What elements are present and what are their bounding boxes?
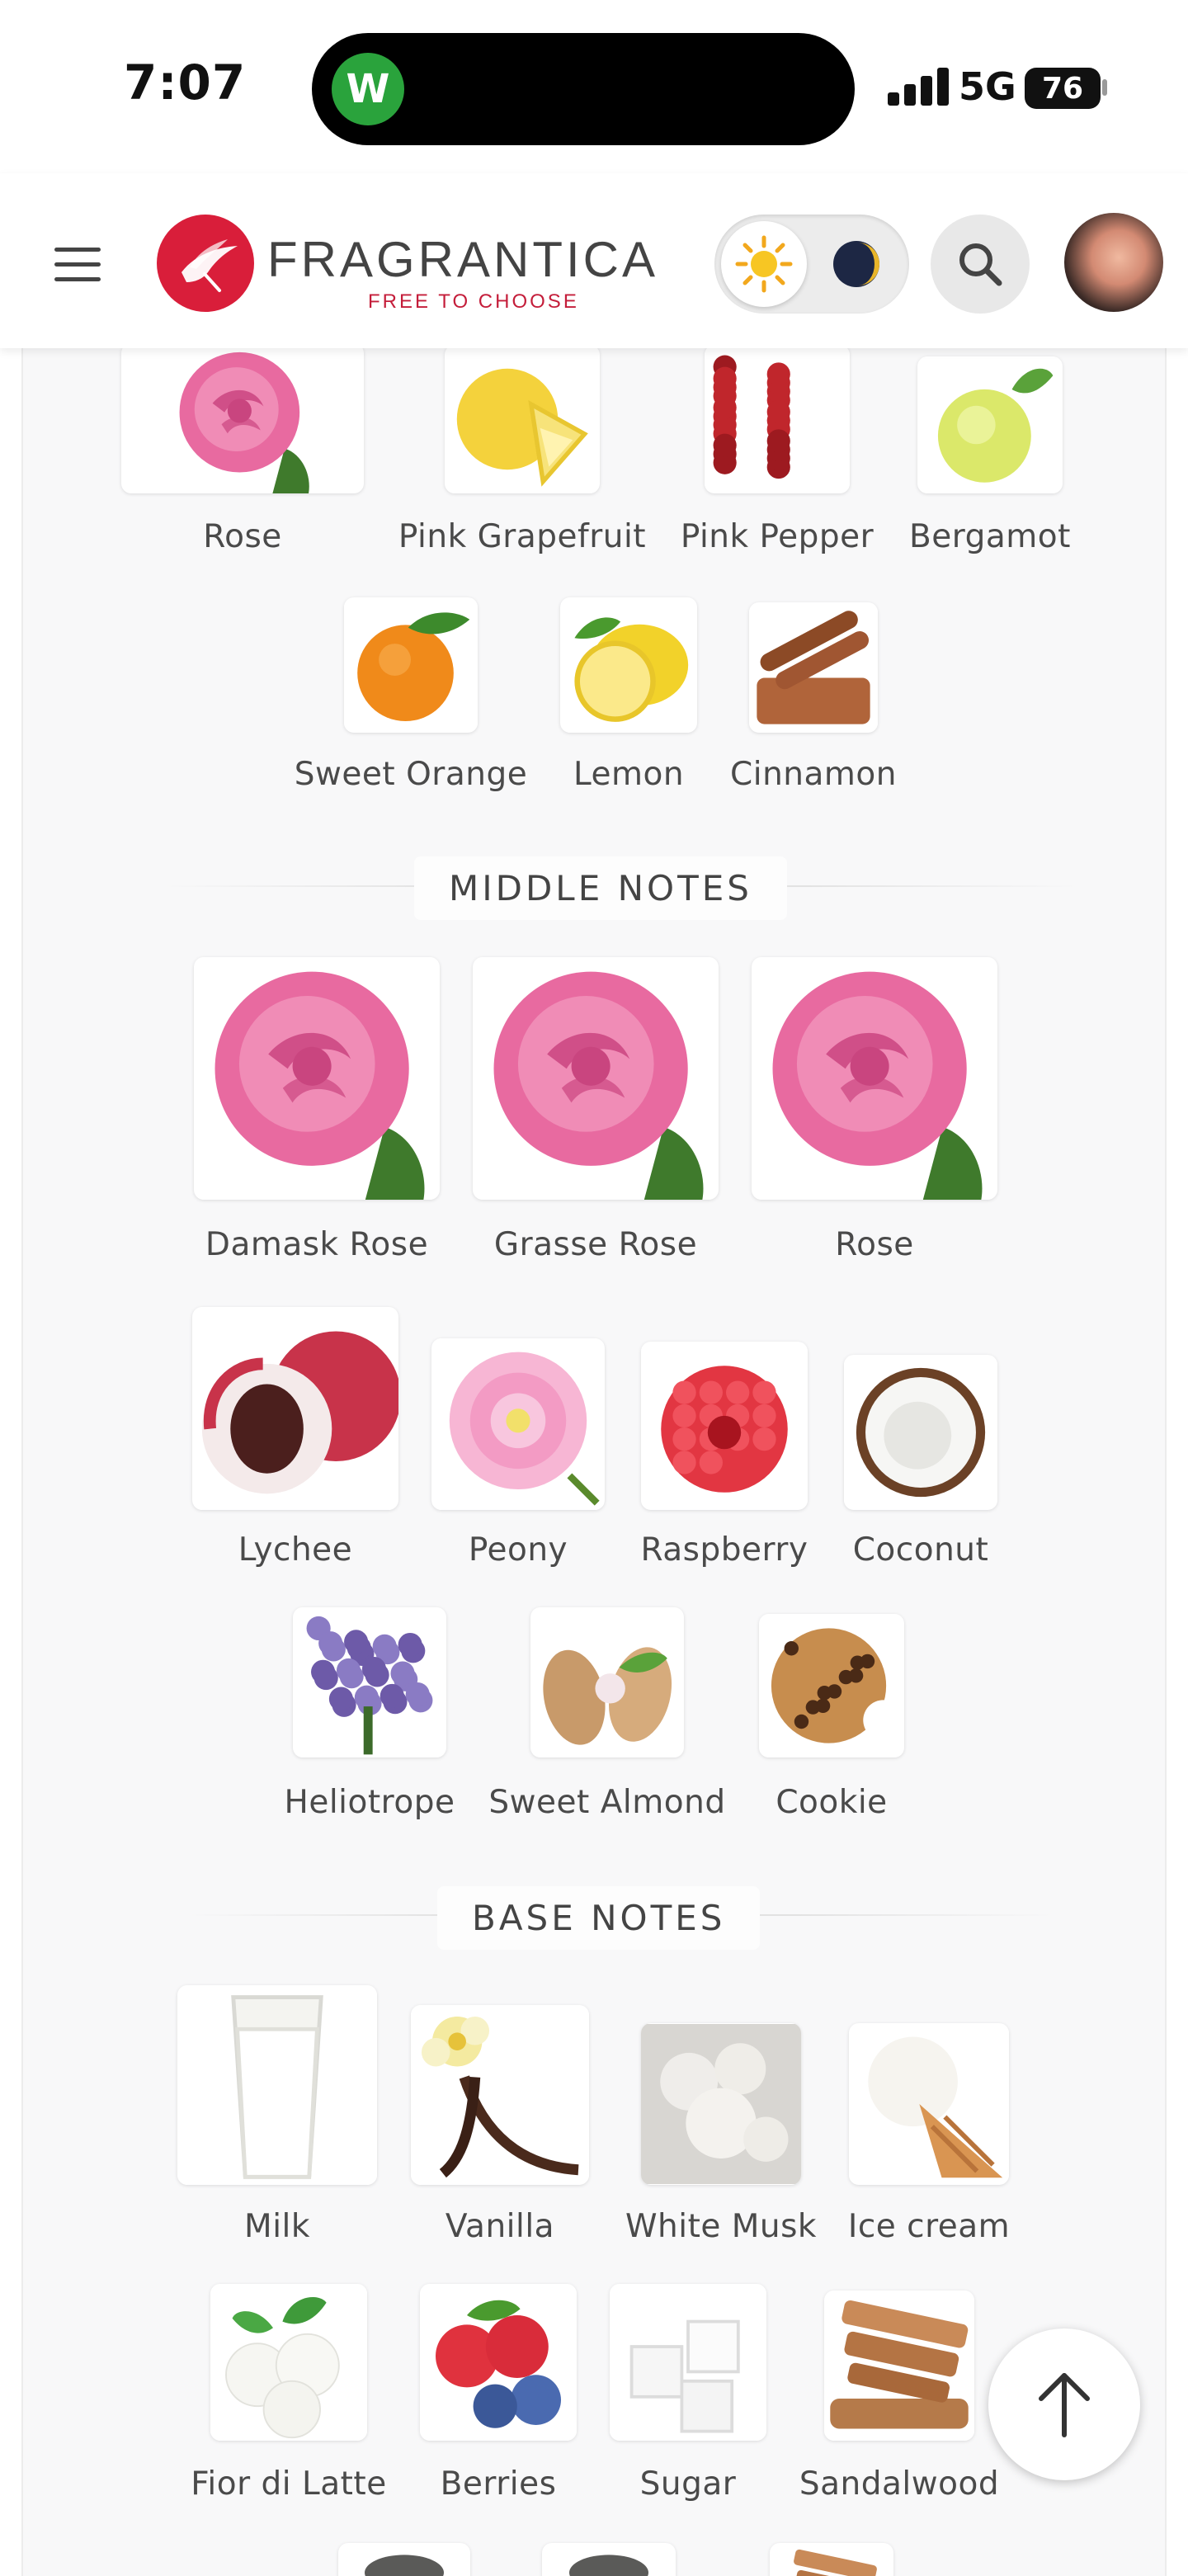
- note-label[interactable]: Rose: [742, 1226, 1006, 1263]
- peony-note-image[interactable]: [431, 1338, 605, 1510]
- lychee-note-image[interactable]: [192, 1307, 398, 1510]
- search-icon: [959, 243, 1002, 286]
- arrow-up-icon: [1039, 2373, 1090, 2437]
- lemon-note-image[interactable]: [560, 597, 697, 733]
- brand-tagline: FREE TO CHOOSE: [368, 290, 579, 313]
- signal-icon: [888, 68, 950, 106]
- status-time: 7:07: [124, 54, 247, 111]
- sun-icon: [721, 221, 807, 307]
- cinnamon-note-image[interactable]: [749, 602, 878, 733]
- cookie-note-image[interactable]: [759, 1614, 904, 1757]
- notes-pyramid: MIDDLE NOTES BASE NOTES Rose Pink Grapefr…: [21, 348, 1167, 2576]
- theme-toggle[interactable]: [714, 215, 909, 314]
- pepper-note-image[interactable]: [705, 348, 850, 493]
- battery-icon: 76: [1025, 68, 1101, 109]
- live-app-icon: W: [332, 53, 404, 125]
- user-avatar[interactable]: [1064, 213, 1163, 312]
- search-button[interactable]: [931, 215, 1030, 314]
- vanilla-note-image[interactable]: [411, 2005, 589, 2185]
- raspberry-note-image[interactable]: [641, 1342, 808, 1510]
- milk-note-image[interactable]: [177, 1985, 377, 2185]
- note-label[interactable]: Bergamot: [858, 518, 1122, 555]
- sugar-note-image[interactable]: [610, 2284, 766, 2441]
- musk-note-image[interactable]: [641, 2023, 801, 2185]
- stones-note-image[interactable]: [338, 2543, 470, 2576]
- menu-button[interactable]: [54, 248, 101, 282]
- bergamot-note-image[interactable]: [917, 356, 1063, 493]
- note-label[interactable]: Pink Grapefruit: [390, 518, 654, 555]
- network-type: 5G: [959, 64, 1016, 109]
- brand-name[interactable]: FRAGRANTICA: [267, 231, 658, 288]
- stones-note-image[interactable]: [542, 2543, 676, 2576]
- note-label[interactable]: Cookie: [700, 1784, 964, 1821]
- note-label[interactable]: Heliotrope: [238, 1784, 502, 1821]
- orange-note-image[interactable]: [344, 597, 478, 733]
- note-label[interactable]: Rose: [111, 518, 375, 555]
- sandalwood-note-image[interactable]: [824, 2291, 974, 2441]
- battery-tip: [1102, 79, 1107, 96]
- site-header: FRAGRANTICA FREE TO CHOOSE: [0, 173, 1188, 348]
- note-label[interactable]: Damask Rose: [185, 1226, 449, 1263]
- rose-note-image[interactable]: [752, 957, 997, 1200]
- hummingbird-logo-icon[interactable]: [157, 215, 254, 312]
- note-label[interactable]: Sandalwood: [767, 2465, 1031, 2503]
- rose-note-image[interactable]: [473, 957, 719, 1200]
- icecream-note-image[interactable]: [849, 2023, 1009, 2185]
- rose-note-image[interactable]: [121, 348, 364, 493]
- dynamic-island: W: [312, 33, 855, 145]
- heliotrope-note-image[interactable]: [293, 1607, 446, 1757]
- note-label[interactable]: Ice cream: [797, 2208, 1061, 2245]
- note-label[interactable]: Coconut: [789, 1531, 1053, 1569]
- coconut-note-image[interactable]: [844, 1355, 997, 1510]
- berries-note-image[interactable]: [420, 2284, 577, 2441]
- base-notes-title: BASE NOTES: [437, 1886, 761, 1950]
- fiordilatte-note-image[interactable]: [210, 2284, 367, 2441]
- middle-notes-title: MIDDLE NOTES: [414, 856, 787, 920]
- moon-icon: [830, 238, 883, 290]
- rose-note-image[interactable]: [194, 957, 440, 1200]
- note-label[interactable]: Grasse Rose: [464, 1226, 728, 1263]
- note-image-partial[interactable]: [770, 2543, 893, 2576]
- note-label[interactable]: Cinnamon: [681, 756, 945, 793]
- grapefruit-note-image[interactable]: [445, 348, 600, 493]
- scroll-to-top-button[interactable]: [988, 2328, 1140, 2480]
- status-bar: 7:07 W 5G 76: [0, 0, 1188, 173]
- almond-note-image[interactable]: [530, 1607, 684, 1757]
